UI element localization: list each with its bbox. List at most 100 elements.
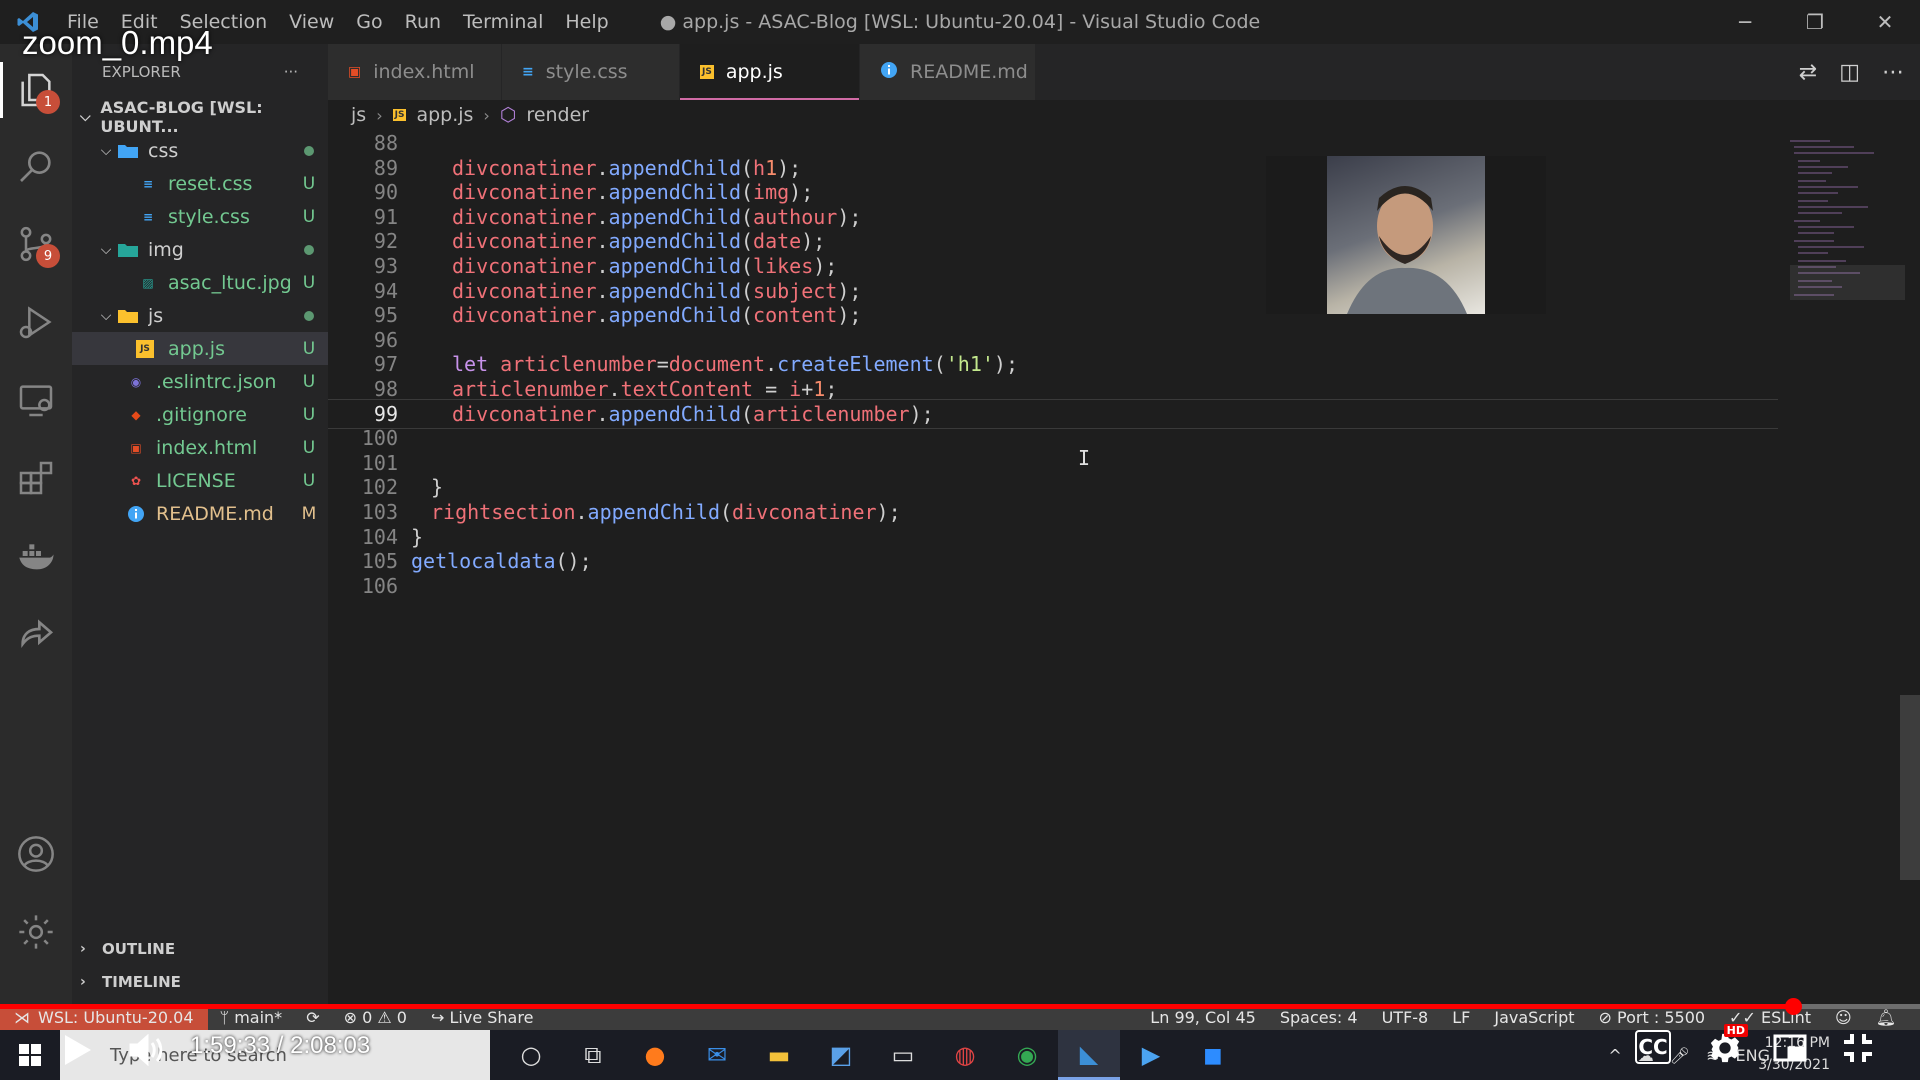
tree-folder-css[interactable]: ⌵ css [72,134,328,167]
tree-file-app-js[interactable]: JS app.js U [72,332,328,365]
chrome-icon[interactable]: ◉ [996,1030,1058,1080]
file-explorer-icon[interactable]: ▬ [748,1030,810,1080]
close-button[interactable]: ✕ [1850,0,1920,44]
live-share-button[interactable]: ↪ Live Share [419,1008,545,1027]
folder-css-icon [116,140,140,162]
split-editor-icon[interactable]: ◫ [1839,60,1860,85]
live-server-port[interactable]: ⊘ Port : 5500 [1587,1008,1718,1027]
menu-help[interactable]: Help [554,11,619,33]
terminal-icon[interactable]: ▭ [872,1030,934,1080]
encoding[interactable]: UTF-8 [1370,1008,1441,1027]
task-view-icon[interactable]: ⧉ [562,1030,624,1080]
outline-section[interactable]: › OUTLINE [72,932,328,965]
code-text: divconatiner.appendChild(likes); [452,254,838,278]
minimap[interactable] [1790,130,1905,340]
more-actions-icon[interactable]: ⋯ [1882,60,1904,85]
menu-terminal[interactable]: Terminal [452,11,554,33]
restore-button[interactable]: ❐ [1780,0,1850,44]
video-progress-bar[interactable] [0,998,1920,1015]
explorer-more-button[interactable]: ··· [284,63,298,81]
open-changes-icon[interactable]: ⇄ [1799,60,1817,85]
tree-file-gitignore[interactable]: ◆ .gitignore U [72,398,328,431]
tree-file-eslintrc[interactable]: ◉ .eslintrc.json U [72,365,328,398]
tree-item-label: reset.css [168,172,253,195]
tab-app-js[interactable]: JS app.js [680,44,860,100]
problems-indicator[interactable]: ⊗ 0 ⚠ 0 [332,1008,419,1027]
settings-gear-icon[interactable]: HD [1700,1024,1750,1070]
vscode-taskbar-icon[interactable]: ◣ [1058,1030,1120,1080]
breadcrumb: js › JS app.js › ⬡ render [328,100,1920,130]
menu-run[interactable]: Run [394,11,452,33]
zoom-icon[interactable]: ◼ [1182,1030,1244,1080]
css-file-icon: ≡ [142,209,154,224]
firefox-icon[interactable]: ● [624,1030,686,1080]
error-icon: ⊗ [343,1007,363,1027]
git-branch[interactable]: ᛘ main* [208,1008,295,1027]
search-icon[interactable] [0,130,72,202]
live-share-icon[interactable] [0,598,72,670]
exit-fullscreen-icon[interactable] [1838,1028,1878,1068]
timeline-section[interactable]: › TIMELINE [72,965,328,998]
run-debug-icon[interactable] [0,286,72,358]
activity-bar: 1 9 [0,44,72,1004]
chevron-down-icon: ⌵ [80,109,91,125]
indentation[interactable]: Spaces: 4 [1268,1008,1370,1027]
breadcrumb-folder[interactable]: js [351,104,366,126]
miniplayer-icon[interactable] [1770,1028,1810,1068]
line-number: 88 [373,131,398,155]
stocks-app-icon[interactable]: ◩ [810,1030,872,1080]
accounts-icon[interactable] [0,818,72,890]
source-control-icon[interactable]: 9 [0,208,72,280]
remote-label: WSL: Ubuntu-20.04 [38,1007,194,1027]
tree-folder-img[interactable]: ⌵ img [72,233,328,266]
js-file-icon: JS [136,339,154,358]
tree-item-dot [290,240,328,260]
taskbar-search-box[interactable]: Type here to search [60,1030,490,1080]
end-of-line[interactable]: LF [1440,1008,1482,1027]
minimize-button[interactable]: ─ [1710,0,1780,44]
code-line[interactable]: 106 [328,571,1778,601]
git-status-badge: M [301,503,317,524]
code-editor[interactable]: 88 89 divconatiner.appendChild(h1); 90 divco… [328,130,1920,1004]
tree-file-license[interactable]: ✿ LICENSE U [72,464,328,497]
tab-label: app.js [725,61,783,83]
extensions-icon[interactable] [0,442,72,514]
editor-scrollbar[interactable] [1900,695,1920,880]
tree-folder-js[interactable]: ⌵ js [72,299,328,332]
sync-icon[interactable]: ⟳ [294,1008,331,1027]
powershell-icon[interactable]: ▶ [1120,1030,1182,1080]
play-button[interactable] [58,1028,98,1072]
mail-icon[interactable]: ✉ [686,1030,748,1080]
language-mode[interactable]: JavaScript [1482,1008,1586,1027]
tab-readme[interactable]: README.md [860,44,1036,100]
tree-file-index-html[interactable]: ▣ index.html U [72,431,328,464]
tab-index-html[interactable]: ▣ index.html [328,44,502,100]
tree-file-reset-css[interactable]: ≡ reset.css U [72,167,328,200]
tab-style-css[interactable]: ≡ style.css [502,44,680,100]
breadcrumb-symbol[interactable]: render [526,104,589,126]
error-count: 0 [362,1007,373,1027]
project-root[interactable]: ⌵ ASAC-BLOG [WSL: UBUNT... [72,98,328,136]
volume-icon[interactable] [126,1028,166,1072]
breadcrumb-file[interactable]: app.js [416,104,473,126]
cursor-position[interactable]: Ln 99, Col 45 [1138,1008,1268,1027]
cortana-icon[interactable]: ○ [500,1030,562,1080]
remote-explorer-icon[interactable] [0,364,72,436]
settings-gear-icon[interactable] [0,896,72,968]
microphone-icon[interactable]: 🎤︎ [1670,1046,1690,1065]
tree-file-style-css[interactable]: ≡ style.css U [72,200,328,233]
tree-file-asac-ltuc-jpg[interactable]: ▨ asac_ltuc.jpg U [72,266,328,299]
captions-button[interactable]: CC [1635,1030,1671,1064]
chevron-down-icon: ⌵ [100,241,112,258]
tree-item-label: .eslintrc.json [156,370,277,393]
docker-icon[interactable] [0,520,72,592]
tray-expand-icon[interactable]: ^ [1608,1046,1621,1065]
tree-file-readme[interactable]: README.md M [72,497,328,530]
menu-go[interactable]: Go [345,11,393,33]
notifications-bell-icon[interactable]: 🔔︎ [1864,1008,1908,1027]
feedback-icon[interactable]: ☺ [1823,1008,1864,1027]
explorer-icon[interactable]: 1 [0,54,72,126]
menu-view[interactable]: View [278,11,345,33]
windows-start-icon[interactable] [0,1044,60,1066]
chromium-badge-icon[interactable]: ◍ [934,1030,996,1080]
